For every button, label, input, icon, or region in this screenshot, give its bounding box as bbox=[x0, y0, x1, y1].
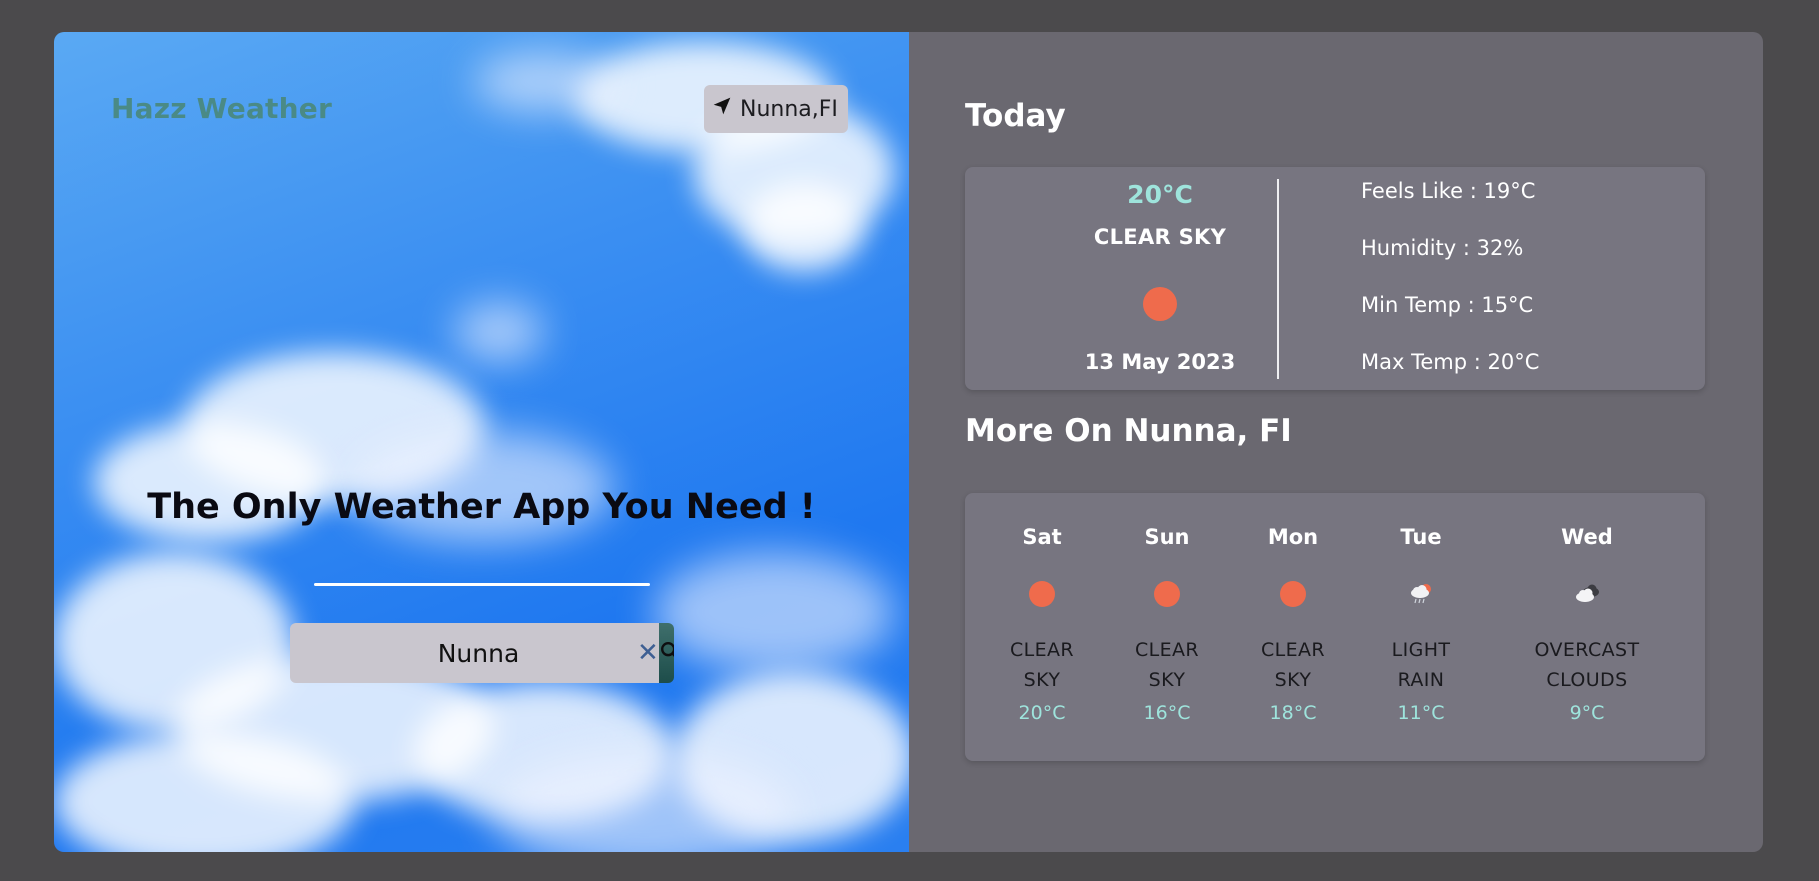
sun-icon bbox=[1029, 581, 1055, 607]
day-name: Wed bbox=[1561, 525, 1613, 549]
day-name: Sat bbox=[1022, 525, 1062, 549]
search-button[interactable] bbox=[658, 623, 674, 683]
min-temp: Min Temp : 15°C bbox=[1361, 293, 1534, 317]
brand-logo[interactable]: Hazz Weather bbox=[111, 92, 332, 125]
today-description: CLEAR SKY bbox=[1093, 225, 1227, 249]
day-description: CLEAR SKY bbox=[1009, 639, 1075, 691]
sun-icon bbox=[1154, 581, 1180, 607]
today-summary: 20°C CLEAR SKY 13 May 2023 bbox=[965, 167, 1355, 390]
current-location-label: Nunna,FI bbox=[740, 96, 838, 122]
sun-icon bbox=[1280, 581, 1306, 607]
search-icon bbox=[659, 640, 674, 666]
tagline-underline bbox=[314, 583, 650, 586]
day-temperature: 20°C bbox=[1018, 702, 1066, 724]
day-description: CLEAR SKY bbox=[1260, 639, 1326, 691]
today-temperature: 20°C bbox=[1127, 180, 1193, 209]
day-description: OVERCAST CLOUDS bbox=[1534, 639, 1640, 691]
today-title: Today bbox=[965, 98, 1066, 134]
day-temperature: 11°C bbox=[1397, 702, 1445, 724]
clear-search-button[interactable]: ✕ bbox=[637, 623, 659, 683]
search-bar: ✕ bbox=[290, 623, 674, 683]
day-description: LIGHT RAIN bbox=[1391, 639, 1451, 691]
day-name: Sun bbox=[1144, 525, 1190, 549]
search-input[interactable] bbox=[290, 623, 637, 683]
hero-panel: Hazz Weather Nunna,FI The Only Weather A… bbox=[54, 32, 909, 852]
forecast-title: More On Nunna, FI bbox=[965, 413, 1292, 449]
rain-cloud-icon bbox=[1411, 584, 1431, 604]
sun-icon bbox=[1143, 287, 1177, 321]
today-card: 20°C CLEAR SKY 13 May 2023 Feels Like : … bbox=[965, 167, 1705, 390]
navigation-arrow-icon bbox=[712, 96, 732, 122]
humidity: Humidity : 32% bbox=[1361, 236, 1524, 260]
current-location-button[interactable]: Nunna,FI bbox=[704, 85, 848, 133]
today-date: 13 May 2023 bbox=[1084, 350, 1236, 374]
hero-tagline: The Only Weather App You Need ! bbox=[147, 487, 816, 527]
day-temperature: 18°C bbox=[1269, 702, 1317, 724]
overcast-clouds-icon bbox=[1576, 584, 1599, 602]
max-temp: Max Temp : 20°C bbox=[1361, 350, 1540, 374]
day-name: Tue bbox=[1400, 525, 1442, 549]
close-icon: ✕ bbox=[637, 638, 659, 668]
day-description: CLEAR SKY bbox=[1134, 639, 1200, 691]
app-container: Hazz Weather Nunna,FI The Only Weather A… bbox=[54, 32, 1763, 852]
weather-panel: Today 20°C CLEAR SKY 13 May 2023 Feels L… bbox=[909, 32, 1763, 852]
feels-like: Feels Like : 19°C bbox=[1361, 179, 1536, 203]
day-name: Mon bbox=[1267, 525, 1319, 549]
day-temperature: 9°C bbox=[1569, 702, 1605, 724]
today-divider bbox=[1277, 179, 1279, 379]
forecast-card: Sat CLEAR SKY 20°C Sun CLEAR SKY 16°C Mon … bbox=[965, 493, 1705, 761]
day-temperature: 16°C bbox=[1143, 702, 1191, 724]
